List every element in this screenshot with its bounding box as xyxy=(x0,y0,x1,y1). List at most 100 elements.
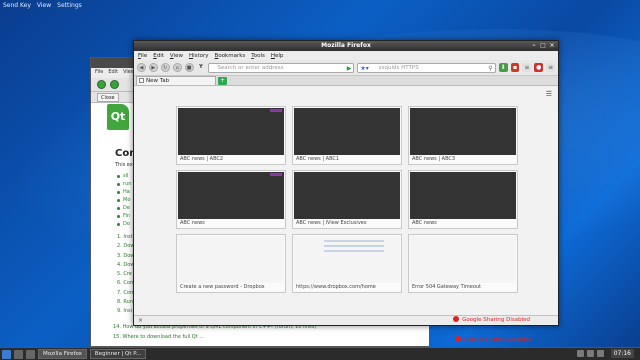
adblock-icon[interactable]: ● xyxy=(534,63,544,72)
system-tray xyxy=(577,350,604,357)
google-sharing-icon[interactable] xyxy=(453,316,460,322)
file-manager-icon[interactable] xyxy=(26,349,35,359)
stop-icon[interactable]: ■ xyxy=(184,63,194,72)
firefox-titlebar[interactable]: Mozilla Firefox – □ × xyxy=(134,41,558,51)
search-icon[interactable]: ⚲ xyxy=(488,64,492,73)
search-placeholder: xsquids HTTPS xyxy=(378,64,419,71)
thumbnail-image xyxy=(294,172,400,219)
clock[interactable]: 07:16 xyxy=(610,349,634,358)
terminal-icon[interactable] xyxy=(14,349,23,359)
thumbnail-caption: Error 504 Gateway Timeout xyxy=(412,284,482,290)
thumbnail-caption: ABC news | ABC1 xyxy=(296,156,340,162)
firefox-menubar: File Edit View History Bookmarks Tools H… xyxy=(134,51,558,60)
menu-file[interactable]: File xyxy=(138,53,147,59)
yslow-icon[interactable]: Y xyxy=(197,63,206,72)
site-thumbnail[interactable]: ABC news | ABC1 xyxy=(292,106,402,165)
bg-menu-edit[interactable]: Edit xyxy=(108,69,118,77)
taskbar: Mozilla Firefox Beginner | Qt P... 07:16 xyxy=(0,347,640,360)
taskbar-item-qt[interactable]: Beginner | Qt P... xyxy=(89,349,146,359)
new-tab-button[interactable]: + xyxy=(218,77,227,85)
site-thumbnail[interactable]: ABC news xyxy=(176,170,286,229)
back-button[interactable] xyxy=(97,80,106,89)
grid-toggle-icon[interactable]: ☰ xyxy=(546,90,552,98)
minimize-icon[interactable]: – xyxy=(530,42,538,50)
page-preview xyxy=(324,240,384,255)
url-placeholder: Search or enter address xyxy=(217,64,284,71)
site-thumbnail[interactable]: ABC news xyxy=(408,170,518,229)
menu-icon[interactable]: ≡ xyxy=(546,63,556,72)
thumbnail-image xyxy=(178,172,284,219)
bg-tab[interactable]: Close xyxy=(97,92,119,102)
tab-new-tab[interactable]: New Tab xyxy=(136,76,216,85)
reload-icon[interactable]: ↻ xyxy=(160,63,170,72)
bookmark-icon[interactable]: ≡ xyxy=(522,63,532,72)
site-thumbnail[interactable]: ABC news | iView Exclusives xyxy=(292,170,402,229)
site-thumbnail[interactable]: ABC news | ABC3 xyxy=(408,106,518,165)
menu-send-key[interactable]: Send Key xyxy=(3,2,31,9)
qt-logo: Qt xyxy=(107,104,129,130)
page-icon xyxy=(139,78,144,83)
list-item[interactable]: De xyxy=(117,204,131,212)
bullet-list: sil run Ha Mo De Fin Do xyxy=(117,172,131,228)
home-icon[interactable]: ⌂ xyxy=(172,63,182,72)
list-item[interactable]: Mo xyxy=(117,196,131,204)
thumbnail-image xyxy=(410,172,516,219)
thumbnail-caption: https://www.dropbox.com/home xyxy=(296,284,376,290)
list-item[interactable]: sil xyxy=(117,172,131,180)
menu-view[interactable]: View xyxy=(37,2,51,9)
window-title: Mozilla Firefox xyxy=(321,42,371,49)
navigation-toolbar: ◀ ▶ ↻ ⌂ ■ Y Search or enter address ▶ ★▾… xyxy=(134,60,558,76)
menu-edit[interactable]: Edit xyxy=(153,53,164,59)
status-text: Google Sharing Disabled xyxy=(462,317,530,323)
tab-label: New Tab xyxy=(146,78,170,84)
thumbnail-caption: ABC news | iView Exclusives xyxy=(296,220,367,226)
taskbar-item-firefox[interactable]: Mozilla Firefox xyxy=(38,349,87,359)
list-item[interactable]: 15. Where to download the full Qt ... xyxy=(113,334,204,340)
site-thumbnail[interactable]: ABC news | ABC2 xyxy=(176,106,286,165)
thumbnail-badge xyxy=(270,109,282,112)
maximize-icon[interactable]: □ xyxy=(539,42,547,50)
menu-view[interactable]: View xyxy=(170,53,183,59)
firefox-window[interactable]: Mozilla Firefox – □ × File Edit View His… xyxy=(133,40,559,326)
thumbnail-image xyxy=(178,108,284,155)
thumbnail-badge xyxy=(270,173,282,176)
list-item[interactable]: Ha xyxy=(117,188,131,196)
addon-icon[interactable]: ▪ xyxy=(510,63,520,72)
network-icon[interactable] xyxy=(577,350,584,357)
forward-icon[interactable]: ▶ xyxy=(148,63,158,72)
menu-help[interactable]: Help xyxy=(271,53,284,59)
download-icon[interactable]: ⬇ xyxy=(498,63,508,72)
menu-tools[interactable]: Tools xyxy=(251,53,265,59)
thumbnail-caption: ABC news | ABC3 xyxy=(412,156,456,162)
list-item[interactable]: run xyxy=(117,180,131,188)
thumbnail-image xyxy=(178,236,284,283)
thumbnail-caption: ABC news xyxy=(412,220,437,226)
search-engine-icon[interactable]: ★▾ xyxy=(360,64,368,73)
back-icon[interactable]: ◀ xyxy=(137,63,146,72)
google-sharing-icon[interactable] xyxy=(455,336,461,342)
start-menu-icon[interactable] xyxy=(2,349,11,359)
volume-icon[interactable] xyxy=(587,350,594,357)
close-findbar-icon[interactable]: × xyxy=(138,316,143,325)
thumbnail-image xyxy=(294,236,400,283)
battery-icon[interactable] xyxy=(597,350,604,357)
close-icon[interactable]: × xyxy=(548,42,556,50)
vnc-menu-bar: Send Key View Settings xyxy=(0,0,82,10)
go-icon[interactable]: ▶ xyxy=(347,64,352,73)
site-thumbnail[interactable]: Error 504 Gateway Timeout xyxy=(408,234,518,293)
site-thumbnail[interactable]: https://www.dropbox.com/home xyxy=(292,234,402,293)
list-item[interactable]: Fin xyxy=(117,212,131,220)
thumbnail-image xyxy=(410,236,516,283)
forward-button[interactable] xyxy=(110,80,119,89)
menu-settings[interactable]: Settings xyxy=(57,2,82,9)
list-item[interactable]: Do xyxy=(117,220,131,228)
url-input[interactable]: Search or enter address ▶ xyxy=(208,62,355,73)
bg-menu-file[interactable]: File xyxy=(95,69,103,77)
search-input[interactable]: ★▾ xsquids HTTPS ⚲ xyxy=(357,62,496,73)
bg-status-text: Google Sharing Disabled xyxy=(455,336,532,343)
tab-bar: New Tab + xyxy=(134,76,558,86)
site-thumbnail[interactable]: Create a new password - Dropbox xyxy=(176,234,286,293)
menu-bookmarks[interactable]: Bookmarks xyxy=(215,53,246,59)
new-tab-page: ☰ ABC news | ABC2 ABC news | ABC1 ABC news… xyxy=(134,87,558,316)
menu-history[interactable]: History xyxy=(189,53,209,59)
